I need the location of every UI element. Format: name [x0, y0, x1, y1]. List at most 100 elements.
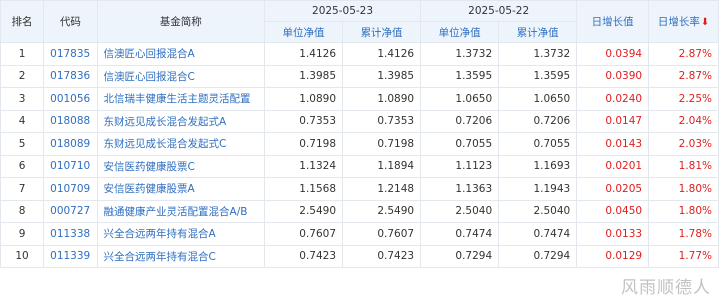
fund-code-link[interactable]: 000727	[43, 199, 98, 223]
unit-nav-1: 1.3985	[263, 64, 344, 88]
watermark: 风雨顺德人	[621, 278, 711, 298]
fund-code-link[interactable]: 011338	[43, 222, 98, 246]
unit-nav-1: 1.1568	[263, 177, 344, 201]
header-unit-nav-1[interactable]: 单位净值	[263, 21, 344, 43]
fund-name-link[interactable]: 安信医药健康股票A	[96, 177, 265, 201]
header-daily-growth-rate[interactable]: 日增长率⬇	[648, 0, 719, 43]
rank-cell: 1	[0, 42, 45, 66]
fund-code-link[interactable]: 001056	[43, 87, 98, 111]
table-row: 4 018088 东财远见成长混合发起式A 0.7353 0.7353 0.7206 0.7…	[0, 109, 719, 133]
fund-code-link[interactable]: 010710	[43, 154, 98, 178]
table-row: 5 018089 东财远见成长混合发起式C 0.7198 0.7198 0.7055 0.7…	[0, 132, 719, 156]
header-rank: 排名	[0, 0, 45, 43]
acc-nav-1: 1.1894	[342, 154, 422, 178]
acc-nav-2: 0.7294	[498, 244, 578, 268]
acc-nav-2: 1.0650	[498, 87, 578, 111]
unit-nav-1: 1.4126	[263, 42, 344, 66]
rank-cell: 8	[0, 199, 45, 223]
rank-cell: 3	[0, 87, 45, 111]
acc-nav-1: 0.7198	[342, 132, 422, 156]
acc-nav-1: 0.7607	[342, 222, 422, 246]
acc-nav-2: 1.3595	[498, 64, 578, 88]
fund-name-link[interactable]: 安信医药健康股票C	[96, 154, 265, 178]
fund-name-link[interactable]: 东财远见成长混合发起式C	[96, 132, 265, 156]
daily-growth-rate: 2.87%	[648, 64, 719, 88]
daily-growth-rate: 2.03%	[648, 132, 719, 156]
acc-nav-2: 1.1693	[498, 154, 578, 178]
rank-cell: 7	[0, 177, 45, 201]
header-daily-growth-rate-label: 日增长率	[657, 16, 700, 28]
acc-nav-1: 0.7353	[342, 109, 422, 133]
table-row: 7 010709 安信医药健康股票A 1.1568 1.2148 1.1363 1.1943…	[0, 177, 719, 201]
unit-nav-2: 1.1123	[420, 154, 500, 178]
unit-nav-1: 0.7353	[263, 109, 344, 133]
daily-growth-value: 0.0390	[576, 64, 650, 88]
fund-code-link[interactable]: 018088	[43, 109, 98, 133]
table-body: 1 017835 信澳匠心回报混合A 1.4126 1.4126 1.3732 1.3732…	[0, 42, 719, 268]
daily-growth-value: 0.0143	[576, 132, 650, 156]
daily-growth-value: 0.0394	[576, 42, 650, 66]
header-daily-growth-value[interactable]: 日增长值	[576, 0, 650, 43]
sort-desc-icon: ⬇	[700, 17, 710, 28]
fund-name-link[interactable]: 兴全合远两年持有混合A	[96, 222, 265, 246]
acc-nav-1: 2.5490	[342, 199, 422, 223]
fund-name-link[interactable]: 信澳匠心回报混合A	[96, 42, 265, 66]
acc-nav-1: 1.4126	[342, 42, 422, 66]
daily-growth-value: 0.0133	[576, 222, 650, 246]
header-fund-name: 基金简称	[96, 0, 265, 43]
header-acc-nav-1[interactable]: 累计净值	[342, 21, 422, 43]
daily-growth-value: 0.0240	[576, 87, 650, 111]
fund-name-link[interactable]: 北信瑞丰健康生活主题灵活配置	[96, 87, 265, 111]
header-acc-nav-2[interactable]: 累计净值	[498, 21, 578, 43]
header-date-2: 2025-05-22	[420, 0, 578, 22]
unit-nav-2: 0.7055	[420, 132, 500, 156]
unit-nav-2: 0.7206	[420, 109, 500, 133]
daily-growth-rate: 2.87%	[648, 42, 719, 66]
rank-cell: 5	[0, 132, 45, 156]
fund-name-link[interactable]: 信澳匠心回报混合C	[96, 64, 265, 88]
table-row: 3 001056 北信瑞丰健康生活主题灵活配置 1.0890 1.0890 1.0650 1…	[0, 87, 719, 111]
acc-nav-2: 0.7206	[498, 109, 578, 133]
rank-cell: 6	[0, 154, 45, 178]
header-date-1: 2025-05-23	[263, 0, 422, 22]
daily-growth-rate: 2.25%	[648, 87, 719, 111]
daily-growth-rate: 1.80%	[648, 177, 719, 201]
daily-growth-rate: 2.04%	[648, 109, 719, 133]
unit-nav-1: 0.7198	[263, 132, 344, 156]
rank-cell: 2	[0, 64, 45, 88]
daily-growth-rate: 1.80%	[648, 199, 719, 223]
fund-code-link[interactable]: 010709	[43, 177, 98, 201]
daily-growth-rate: 1.77%	[648, 244, 719, 268]
fund-code-link[interactable]: 017836	[43, 64, 98, 88]
unit-nav-1: 1.1324	[263, 154, 344, 178]
unit-nav-2: 1.1363	[420, 177, 500, 201]
fund-name-link[interactable]: 融通健康产业灵活配置混合A/B	[96, 199, 265, 223]
table-row: 2 017836 信澳匠心回报混合C 1.3985 1.3985 1.3595 1.3595…	[0, 64, 719, 88]
unit-nav-2: 1.3732	[420, 42, 500, 66]
acc-nav-2: 0.7055	[498, 132, 578, 156]
acc-nav-2: 1.3732	[498, 42, 578, 66]
daily-growth-rate: 1.81%	[648, 154, 719, 178]
acc-nav-1: 1.2148	[342, 177, 422, 201]
acc-nav-2: 2.5040	[498, 199, 578, 223]
fund-ranking-table: 排名 代码 基金简称 2025-05-23 2025-05-22 日增长值 日增…	[0, 0, 719, 268]
table-row: 1 017835 信澳匠心回报混合A 1.4126 1.4126 1.3732 1.3732…	[0, 42, 719, 66]
daily-growth-value: 0.0201	[576, 154, 650, 178]
fund-name-link[interactable]: 兴全合远两年持有混合C	[96, 244, 265, 268]
daily-growth-rate: 1.78%	[648, 222, 719, 246]
unit-nav-2: 1.0650	[420, 87, 500, 111]
fund-code-link[interactable]: 018089	[43, 132, 98, 156]
acc-nav-1: 1.3985	[342, 64, 422, 88]
acc-nav-2: 1.1943	[498, 177, 578, 201]
fund-code-link[interactable]: 017835	[43, 42, 98, 66]
rank-cell: 10	[0, 244, 45, 268]
header-unit-nav-2[interactable]: 单位净值	[420, 21, 500, 43]
unit-nav-2: 2.5040	[420, 199, 500, 223]
fund-code-link[interactable]: 011339	[43, 244, 98, 268]
unit-nav-2: 0.7294	[420, 244, 500, 268]
fund-name-link[interactable]: 东财远见成长混合发起式A	[96, 109, 265, 133]
unit-nav-2: 0.7474	[420, 222, 500, 246]
table-row: 10 011339 兴全合远两年持有混合C 0.7423 0.7423 0.7294 0.7…	[0, 244, 719, 268]
table-row: 9 011338 兴全合远两年持有混合A 0.7607 0.7607 0.7474 0.74…	[0, 222, 719, 246]
unit-nav-1: 0.7607	[263, 222, 344, 246]
